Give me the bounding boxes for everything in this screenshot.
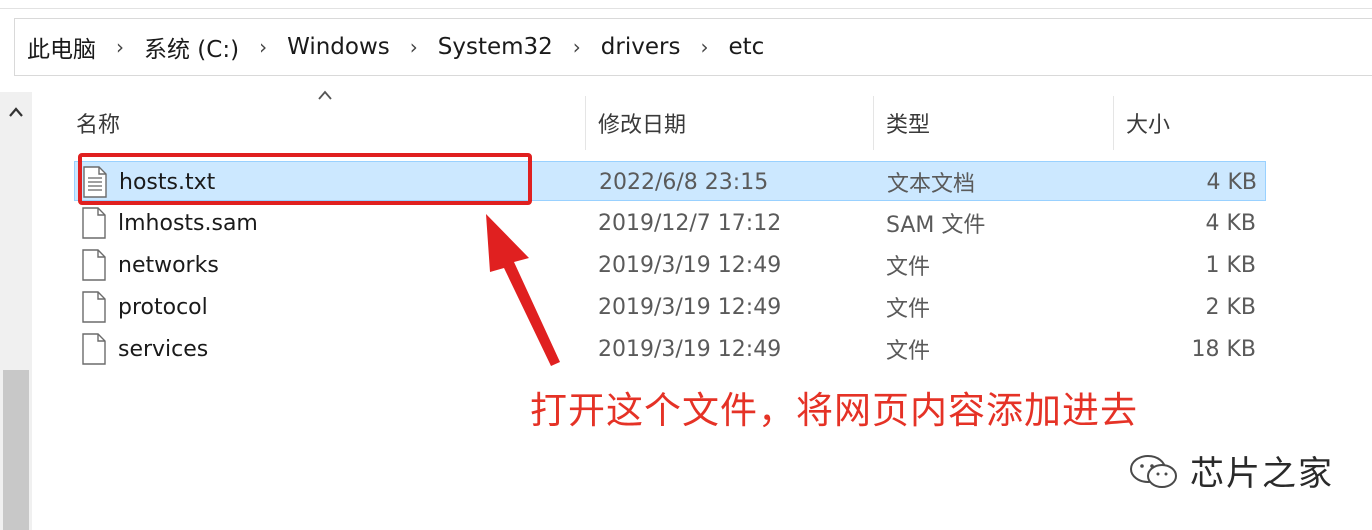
file-type: SAM 文件: [886, 213, 986, 238]
file-type: 文本文档: [887, 172, 976, 197]
file-type: 文件: [886, 297, 931, 322]
address-bar[interactable]: 此电脑 › 系统 (C:) › Windows › System32 › dri…: [14, 18, 1372, 76]
breadcrumb-etc[interactable]: etc: [722, 34, 770, 60]
file-name: protocol: [118, 294, 208, 320]
window-top-edge: [0, 0, 1372, 9]
highlight-box: [78, 153, 532, 205]
file-row-networks[interactable]: networks 2019/3/19 12:49 文件 1 KB: [74, 245, 1266, 285]
file-name: lmhosts.sam: [118, 210, 258, 236]
scroll-up-arrow-icon[interactable]: [0, 92, 32, 132]
chevron-right-icon[interactable]: ›: [686, 35, 722, 59]
column-header-row: 名称 修改日期 类型 大小: [60, 90, 1273, 150]
breadcrumb-system32[interactable]: System32: [432, 34, 559, 60]
file-icon: [82, 291, 106, 323]
wechat-icon: [1130, 454, 1177, 488]
file-modified: 2019/3/19 12:49: [598, 294, 782, 320]
file-row-lmhosts[interactable]: lmhosts.sam 2019/12/7 17:12 SAM 文件 4 KB: [74, 203, 1266, 243]
file-modified: 2019/3/19 12:49: [598, 252, 782, 278]
file-name: services: [118, 336, 209, 362]
file-size: 4 KB: [1205, 210, 1256, 236]
file-size: 2 KB: [1205, 294, 1256, 320]
file-icon: [82, 249, 106, 281]
column-header-type[interactable]: 类型: [873, 96, 1113, 150]
file-size: 1 KB: [1205, 252, 1256, 278]
chevron-right-icon[interactable]: ›: [396, 35, 432, 59]
breadcrumb-windows[interactable]: Windows: [281, 34, 396, 60]
breadcrumb-c-drive[interactable]: 系统 (C:): [138, 30, 245, 64]
file-modified: 2019/12/7 17:12: [598, 210, 782, 236]
column-header-name[interactable]: 名称: [60, 96, 585, 150]
watermark-text: 芯片之家: [1190, 454, 1334, 494]
chevron-right-icon[interactable]: ›: [102, 35, 138, 59]
file-modified: 2022/6/8 23:15: [599, 169, 769, 195]
file-row-services[interactable]: services 2019/3/19 12:49 文件 18 KB: [74, 329, 1266, 369]
file-row-protocol[interactable]: protocol 2019/3/19 12:49 文件 2 KB: [74, 287, 1266, 327]
file-name: networks: [118, 252, 219, 278]
breadcrumb-drivers[interactable]: drivers: [595, 34, 687, 60]
file-type: 文件: [886, 339, 931, 364]
column-header-size[interactable]: 大小: [1113, 96, 1273, 150]
scrollbar-thumb[interactable]: [3, 370, 29, 530]
file-size: 4 KB: [1206, 169, 1257, 195]
file-size: 18 KB: [1191, 336, 1256, 362]
chevron-right-icon[interactable]: ›: [559, 35, 595, 59]
annotation-text: 打开这个文件，将网页内容添加进去: [530, 389, 1138, 432]
file-type: 文件: [886, 255, 931, 280]
file-icon: [82, 207, 106, 239]
file-icon: [82, 333, 106, 365]
breadcrumb-this-pc[interactable]: 此电脑: [21, 30, 102, 64]
watermark: 芯片之家: [1128, 446, 1334, 495]
chevron-right-icon[interactable]: ›: [245, 35, 281, 59]
column-header-modified[interactable]: 修改日期: [585, 96, 873, 150]
file-modified: 2019/3/19 12:49: [598, 336, 782, 362]
